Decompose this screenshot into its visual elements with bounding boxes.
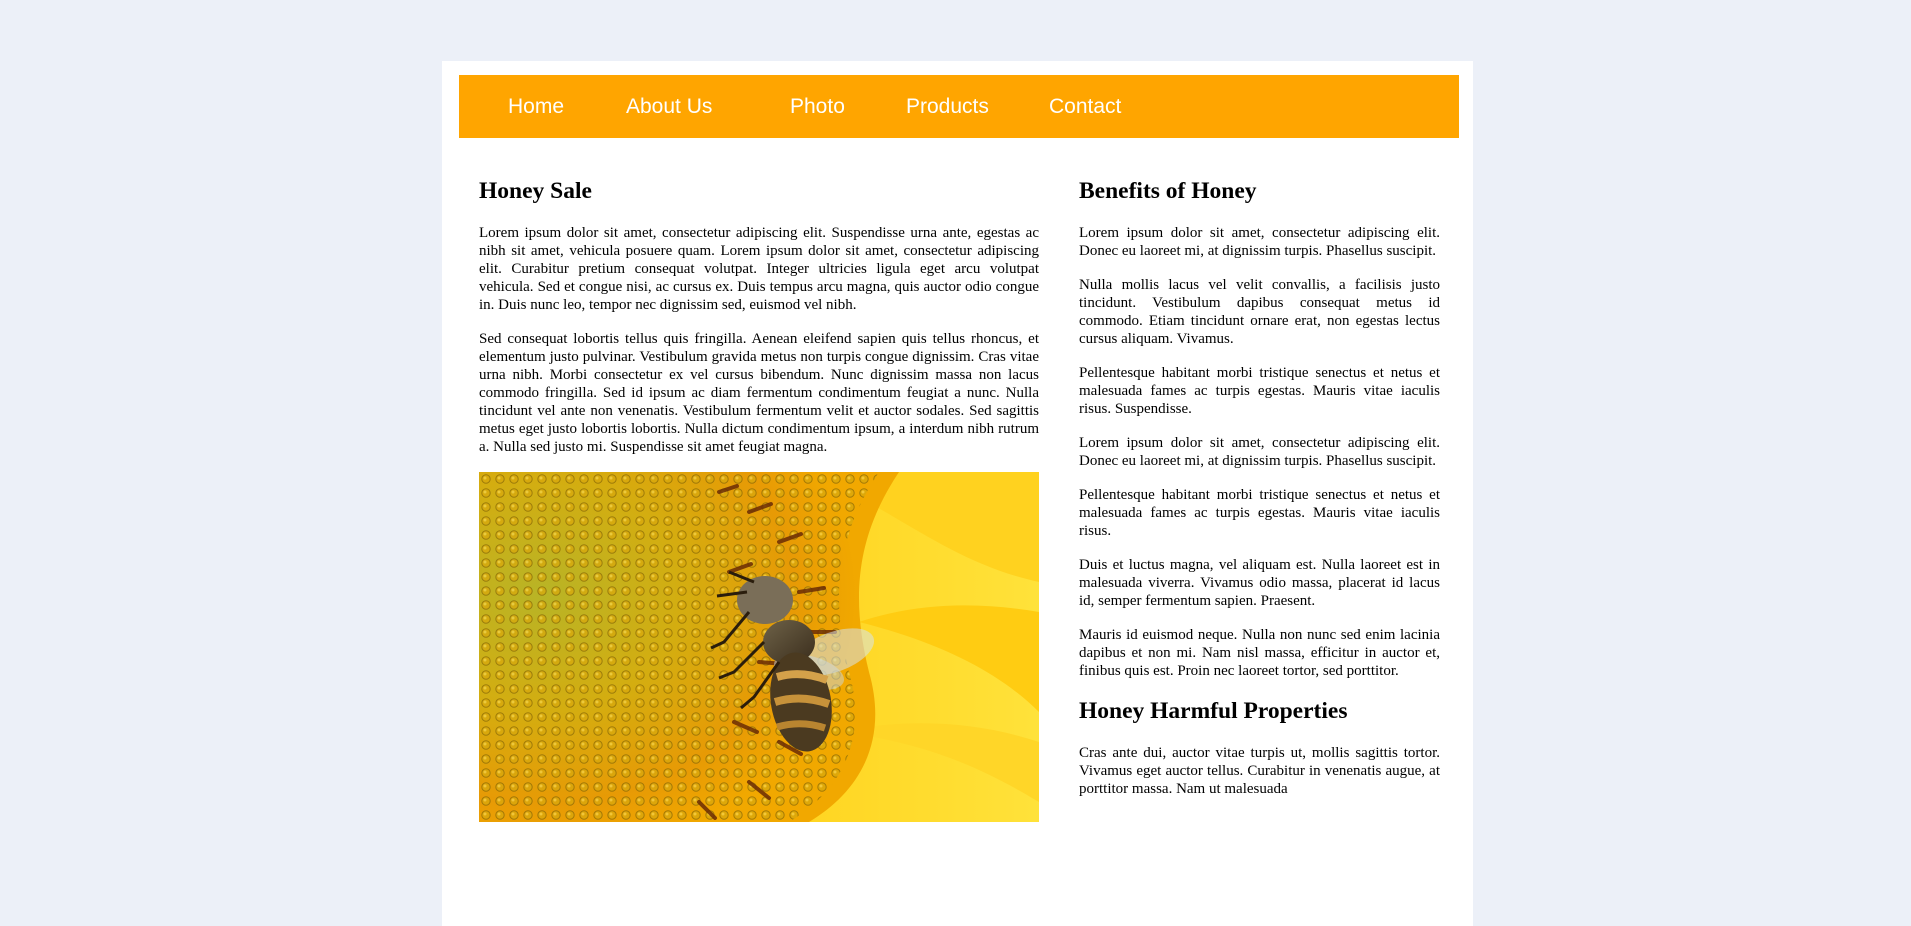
benefit-paragraph: Mauris id euismod neque. Nulla non nunc …	[1079, 627, 1440, 679]
nav-photo[interactable]: Photo	[790, 75, 845, 138]
nav-contact[interactable]: Contact	[1049, 75, 1121, 138]
nav-home[interactable]: Home	[508, 75, 564, 138]
nav-about-us[interactable]: About Us	[626, 75, 712, 138]
benefit-paragraph: Nulla mollis lacus vel velit convallis, …	[1079, 277, 1440, 347]
bee-on-sunflower-image	[479, 472, 1039, 822]
main-paragraph: Sed consequat lobortis tellus quis fring…	[479, 331, 1039, 455]
main-nav: Home About Us Photo Products Contact	[459, 75, 1459, 138]
benefit-paragraph: Lorem ipsum dolor sit amet, consectetur …	[1079, 435, 1440, 469]
main-column: Honey Sale Lorem ipsum dolor sit amet, c…	[479, 176, 1039, 822]
harmful-paragraph: Cras ante dui, auctor vitae turpis ut, m…	[1079, 745, 1440, 797]
benefit-paragraph: Pellentesque habitant morbi tristique se…	[1079, 365, 1440, 417]
honey-sale-heading: Honey Sale	[479, 178, 592, 204]
benefits-heading: Benefits of Honey	[1079, 178, 1257, 204]
nav-products[interactable]: Products	[906, 75, 989, 138]
benefit-paragraph: Lorem ipsum dolor sit amet, consectetur …	[1079, 225, 1440, 259]
main-paragraph: Lorem ipsum dolor sit amet, consectetur …	[479, 225, 1039, 313]
benefit-paragraph: Pellentesque habitant morbi tristique se…	[1079, 487, 1440, 539]
page-container: Home About Us Photo Products Contact Hon…	[442, 61, 1473, 926]
benefit-paragraph: Duis et luctus magna, vel aliquam est. N…	[1079, 557, 1440, 609]
side-column: Benefits of Honey Lorem ipsum dolor sit …	[1079, 176, 1440, 814]
harmful-properties-heading: Honey Harmful Properties	[1079, 698, 1348, 724]
